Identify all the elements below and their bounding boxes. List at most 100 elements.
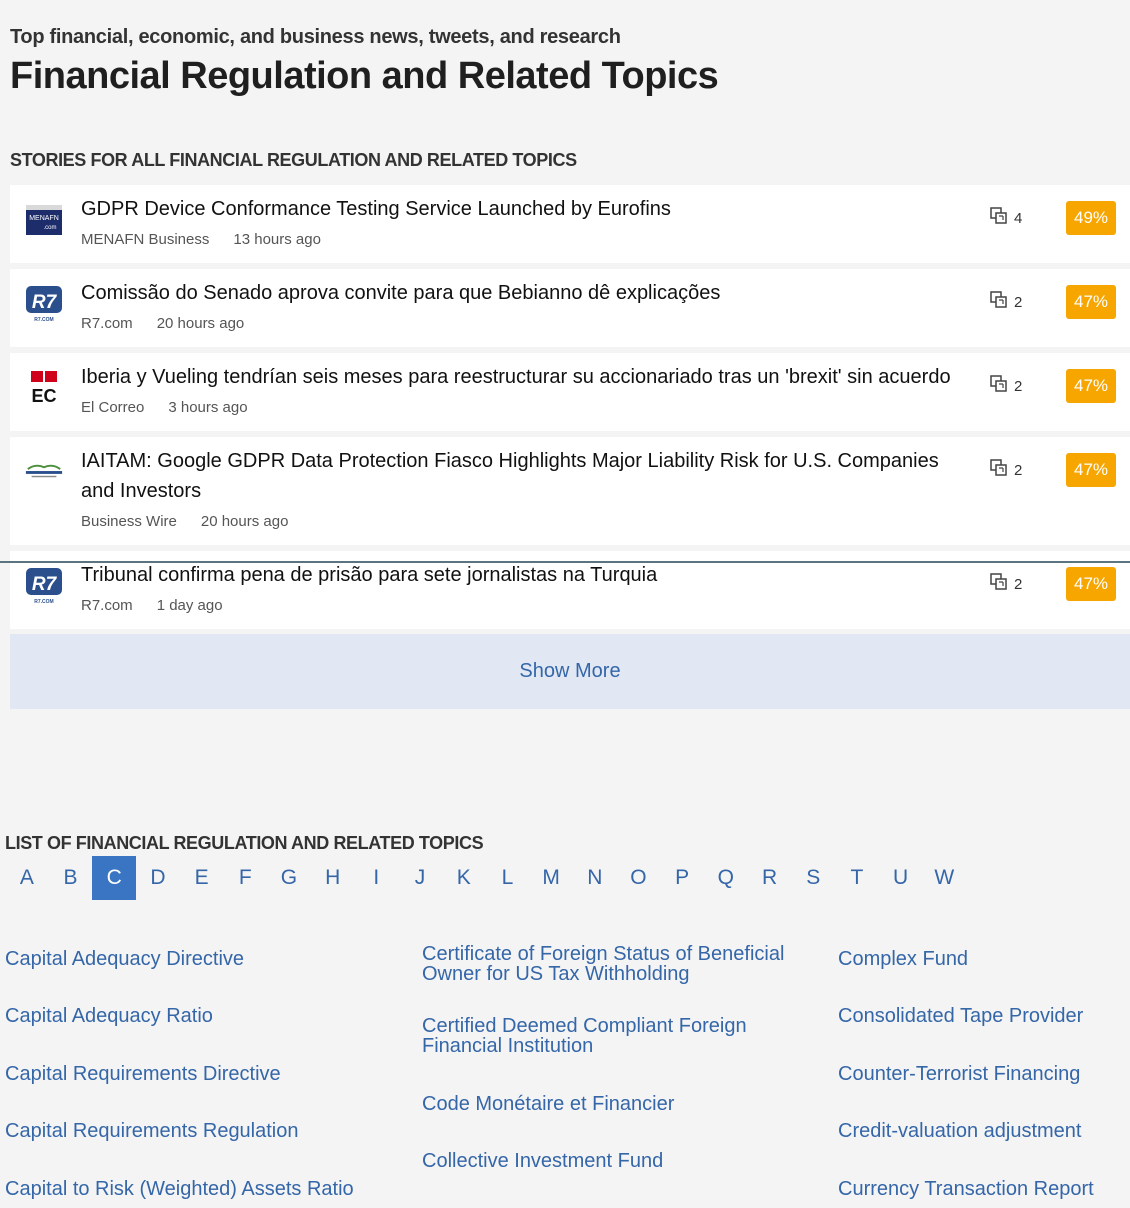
topic-link[interactable]: Complex Fund [838, 949, 1128, 969]
story-meta: Business Wire 20 hours ago [81, 513, 288, 530]
letter-tab-m[interactable]: M [529, 856, 573, 900]
story-list: MENAFN .com GDPR Device Conformance Test… [10, 185, 1130, 635]
letter-tab-l[interactable]: L [486, 856, 530, 900]
letter-tab-j[interactable]: J [398, 856, 442, 900]
story-meta: El Correo 3 hours ago [81, 399, 248, 416]
story-time: 13 hours ago [233, 231, 321, 248]
related-count-value: 2 [1014, 575, 1023, 593]
related-stories-icon [990, 207, 1008, 229]
letter-tab-s[interactable]: S [791, 856, 835, 900]
story-item[interactable]: EC Iberia y Vueling tendrían seis meses … [10, 353, 1130, 431]
related-count[interactable]: 2 [990, 291, 1022, 313]
letter-tab-d[interactable]: D [136, 856, 180, 900]
relevance-badge: 49% [1066, 201, 1116, 235]
related-count[interactable]: 4 [990, 207, 1022, 229]
topic-link[interactable]: Counter-Terrorist Financing [838, 1064, 1128, 1084]
letter-tab-f[interactable]: F [223, 856, 267, 900]
related-count-value: 2 [1014, 377, 1023, 395]
story-source[interactable]: MENAFN Business [81, 231, 209, 248]
business-wire-logo [24, 455, 64, 489]
letter-tab-b[interactable]: B [49, 856, 93, 900]
letter-tab-u[interactable]: U [879, 856, 923, 900]
story-time: 20 hours ago [200, 513, 289, 530]
r7-logo: R7 R7.COM [24, 286, 64, 323]
story-title[interactable]: IAITAM: Google GDPR Data Protection Fias… [81, 446, 971, 506]
relevance-badge: 47% [1066, 285, 1116, 319]
topic-link[interactable]: Collective Investment Fund [422, 1151, 802, 1171]
letter-tab-k[interactable]: K [442, 856, 486, 900]
topic-link[interactable]: Credit-valuation adjustment [838, 1121, 1128, 1141]
relevance-badge: 47% [1066, 369, 1116, 403]
topic-link[interactable]: Capital Requirements Regulation [5, 1121, 385, 1141]
story-title[interactable]: GDPR Device Conformance Testing Service … [81, 194, 971, 224]
related-stories-icon [990, 375, 1008, 397]
letter-tab-h[interactable]: H [311, 856, 355, 900]
topic-link[interactable]: Capital Requirements Directive [5, 1064, 385, 1084]
relevance-badge: 47% [1066, 567, 1116, 601]
story-title[interactable]: Tribunal confirma pena de prisão para se… [81, 560, 971, 590]
letter-tab-r[interactable]: R [748, 856, 792, 900]
story-meta: R7.com 20 hours ago [81, 315, 244, 332]
related-count-value: 2 [1014, 293, 1023, 311]
show-more-button[interactable]: Show More [10, 634, 1130, 709]
story-item[interactable]: MENAFN .com GDPR Device Conformance Test… [10, 185, 1130, 263]
topic-link[interactable]: Capital Adequacy Ratio [5, 1006, 385, 1026]
topic-link[interactable]: Capital to Risk (Weighted) Assets Ratio [5, 1179, 385, 1199]
letter-tab-w[interactable]: W [922, 856, 966, 900]
related-stories-icon [990, 291, 1008, 313]
letter-tab-p[interactable]: P [660, 856, 704, 900]
topic-link[interactable]: Consolidated Tape Provider [838, 1006, 1128, 1026]
topic-link[interactable]: Code Monétaire et Financier [422, 1094, 802, 1114]
letter-tab-n[interactable]: N [573, 856, 617, 900]
story-source[interactable]: R7.com [81, 597, 133, 614]
related-count[interactable]: 2 [990, 459, 1022, 481]
letter-tab-c[interactable]: C [92, 856, 137, 900]
r7-logo-main: R7 [32, 292, 58, 313]
topic-link[interactable]: Certificate of Foreign Status of Benefic… [422, 944, 802, 984]
story-title[interactable]: Iberia y Vueling tendrían seis meses par… [81, 362, 971, 392]
letter-tab-g[interactable]: G [267, 856, 311, 900]
story-source[interactable]: Business Wire [81, 513, 177, 530]
menafn-logo: MENAFN .com [24, 203, 64, 237]
scroll-divider [0, 561, 1130, 563]
letter-tab-a[interactable]: A [5, 856, 49, 900]
story-time: 1 day ago [156, 597, 223, 614]
menafn-logo-line1: MENAFN [29, 215, 59, 222]
related-count[interactable]: 2 [990, 375, 1022, 397]
related-count-value: 4 [1014, 209, 1023, 227]
story-time: 3 hours ago [168, 399, 248, 416]
letter-tab-q[interactable]: Q [704, 856, 748, 900]
r7-logo-sub: R7.COM [34, 599, 53, 605]
story-source[interactable]: El Correo [81, 399, 144, 416]
story-title[interactable]: Comissão do Senado aprova convite para q… [81, 278, 971, 308]
r7-logo-main: R7 [32, 574, 58, 595]
stories-heading: STORIES FOR ALL FINANCIAL REGULATION AND… [10, 150, 577, 170]
r7-logo-sub: R7.COM [34, 317, 53, 323]
topic-link[interactable]: Capital Adequacy Directive [5, 949, 385, 969]
page-title: Financial Regulation and Related Topics [10, 55, 719, 97]
topic-link[interactable]: Certified Deemed Compliant Foreign Finan… [422, 1016, 802, 1056]
story-item[interactable]: R7 R7.COM Comissão do Senado aprova conv… [10, 269, 1130, 347]
letter-tab-i[interactable]: I [355, 856, 399, 900]
letter-tab-o[interactable]: O [617, 856, 661, 900]
el-correo-logo-text: EC [31, 386, 56, 405]
story-time: 20 hours ago [156, 315, 245, 332]
story-source[interactable]: R7.com [81, 315, 133, 332]
related-count-value: 2 [1014, 461, 1023, 479]
story-meta: MENAFN Business 13 hours ago [81, 231, 321, 248]
el-correo-logo: EC [24, 371, 64, 405]
story-meta: R7.com 1 day ago [81, 597, 223, 614]
related-stories-icon [990, 459, 1008, 481]
story-item[interactable]: IAITAM: Google GDPR Data Protection Fias… [10, 437, 1130, 545]
related-count[interactable]: 2 [990, 573, 1022, 595]
alphabet-nav: A B C D E F G H I J K L M N O P Q R S T … [5, 856, 966, 900]
topics-heading: LIST OF FINANCIAL REGULATION AND RELATED… [5, 833, 484, 853]
r7-logo: R7 R7.COM [24, 568, 64, 605]
page-subtitle: Top financial, economic, and business ne… [10, 26, 621, 48]
related-stories-icon [990, 573, 1008, 595]
letter-tab-e[interactable]: E [180, 856, 224, 900]
menafn-logo-line2: .com [43, 225, 56, 231]
letter-tab-t[interactable]: T [835, 856, 879, 900]
relevance-badge: 47% [1066, 453, 1116, 487]
topic-link[interactable]: Currency Transaction Report [838, 1179, 1128, 1199]
